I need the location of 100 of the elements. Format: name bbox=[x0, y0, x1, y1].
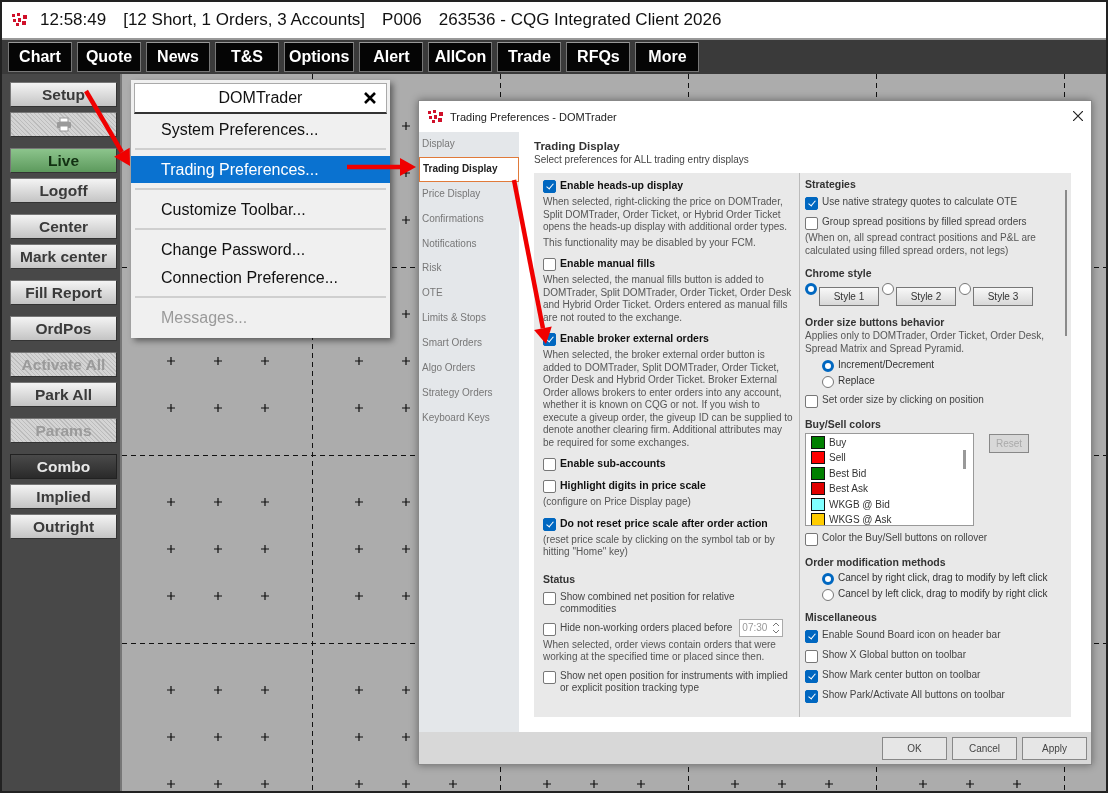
style-button[interactable]: Style 3 bbox=[973, 287, 1033, 306]
checkbox[interactable] bbox=[805, 217, 818, 230]
checkbox[interactable] bbox=[805, 197, 818, 210]
menu-tab[interactable]: AllCon bbox=[428, 42, 493, 72]
checkbox[interactable] bbox=[805, 650, 818, 663]
scrollbar-thumb[interactable] bbox=[1065, 190, 1067, 336]
printer-icon bbox=[55, 117, 72, 132]
nav-item[interactable]: Algo Orders bbox=[419, 356, 519, 381]
toolbar-button[interactable]: Live bbox=[10, 148, 117, 173]
menu-tab[interactable]: T&S bbox=[215, 42, 279, 72]
toolbar-button[interactable]: Combo bbox=[10, 454, 117, 479]
checkbox[interactable] bbox=[543, 517, 556, 531]
radio-button[interactable] bbox=[822, 360, 834, 372]
checkbox[interactable] bbox=[543, 258, 556, 271]
checkbox[interactable] bbox=[805, 670, 818, 683]
checkbox[interactable] bbox=[805, 690, 818, 703]
menu-item[interactable]: Customize Toolbar... bbox=[131, 196, 390, 223]
menu-item[interactable]: Trading Preferences... bbox=[131, 156, 390, 183]
section-description: Applies only to DOMTrader, Order Ticket, Order Desk, Spread Matrix and Spread Pyramid. bbox=[805, 330, 1046, 355]
radio-button[interactable] bbox=[805, 283, 817, 295]
section-heading: Chrome style bbox=[805, 267, 873, 279]
color-label[interactable]: WKGB @ Bid bbox=[829, 498, 890, 510]
dialog-button[interactable]: OK bbox=[882, 736, 947, 760]
section-heading: Status bbox=[543, 572, 577, 585]
title-text: 12:58:49 bbox=[40, 10, 107, 30]
radio-button[interactable] bbox=[959, 283, 971, 295]
menu-item[interactable]: Change Password... bbox=[131, 236, 390, 263]
checkbox-label: Do not reset price scale after order action bbox=[560, 516, 768, 529]
radio-button[interactable] bbox=[822, 589, 834, 601]
color-label[interactable]: Best Ask bbox=[829, 483, 868, 495]
checkbox[interactable] bbox=[543, 480, 556, 493]
option-description: When selected, the broker external order button is added to DOMTrader, Split DOMTrader, Order Ticket, Order Desk and Hybrid Order Ticket. Broker External Order allows brokers to enter orders into any account, whether it is known on CQG or not. If you wish to execute a giveup order, the giveup ID can be supplied to denote another clearing firm. Additional attributes may be required for some exchanges. bbox=[543, 349, 793, 449]
nav-item[interactable]: Notifications bbox=[419, 231, 519, 257]
title-text: 263536 - CQG Integrated Client 2026 bbox=[438, 10, 722, 30]
menu-tab[interactable]: More bbox=[635, 42, 700, 72]
radio-label: Cancel by left click, drag to modify by right click bbox=[838, 588, 1048, 600]
checkbox-label: Enable heads-up display bbox=[560, 179, 684, 191]
color-label[interactable]: Best Bid bbox=[829, 467, 867, 479]
checkbox[interactable] bbox=[805, 395, 818, 408]
toolbar-button[interactable]: Fill Report bbox=[10, 280, 117, 305]
dialog-button[interactable]: Cancel bbox=[952, 736, 1017, 760]
close-icon[interactable] bbox=[364, 92, 376, 104]
menu-tab[interactable]: RFQs bbox=[566, 42, 631, 72]
toolbar-button[interactable]: Logoff bbox=[10, 178, 117, 203]
toolbar-button[interactable]: OrdPos bbox=[10, 316, 117, 341]
radio-button[interactable] bbox=[822, 376, 834, 388]
scrollbar-thumb[interactable] bbox=[963, 450, 966, 469]
menu-tab[interactable]: Chart bbox=[8, 42, 72, 72]
nav-item[interactable]: Confirmations bbox=[419, 206, 519, 232]
checkbox[interactable] bbox=[543, 591, 556, 605]
menu-tab[interactable]: News bbox=[146, 42, 210, 72]
checkbox-label: Color the Buy/Sell buttons on rollover bbox=[822, 532, 988, 545]
menu-tab[interactable]: Quote bbox=[77, 42, 141, 72]
checkbox[interactable] bbox=[805, 533, 818, 546]
toolbar-button[interactable]: Setup bbox=[10, 82, 117, 107]
toolbar-button[interactable]: Outright bbox=[10, 514, 117, 539]
menu-tab[interactable]: Options bbox=[284, 42, 355, 72]
toolbar-button[interactable]: Mark center bbox=[10, 244, 117, 269]
color-label[interactable]: Buy bbox=[829, 437, 847, 448]
menu-tab[interactable]: Trade bbox=[497, 42, 562, 72]
menu-tab[interactable]: Alert bbox=[359, 42, 424, 72]
nav-item[interactable]: Risk bbox=[419, 256, 519, 282]
menu-item[interactable]: System Preferences... bbox=[131, 116, 390, 143]
style-button[interactable]: Style 2 bbox=[896, 287, 956, 306]
nav-item[interactable]: Trading Display bbox=[419, 156, 519, 182]
checkbox[interactable] bbox=[543, 622, 556, 636]
option-description: When selected, the manual fills button is added to DOMTrader, Split DOMTrader, Order Ticket, Order Desk and Hybrid Order Ticket. Orders entered as manual fills are not routed to the exchange. bbox=[543, 274, 793, 324]
close-icon[interactable] bbox=[1073, 111, 1083, 121]
nav-item[interactable]: OTE bbox=[419, 281, 519, 307]
nav-item[interactable]: Price Display bbox=[419, 181, 519, 207]
toolbar-button[interactable]: Center bbox=[10, 214, 117, 239]
nav-item[interactable]: Strategy Orders bbox=[419, 380, 519, 406]
checkbox-label: Group spread positions by filled spread orders bbox=[822, 216, 1027, 229]
toolbar-button[interactable]: Implied bbox=[10, 484, 117, 509]
checkbox[interactable] bbox=[543, 180, 556, 193]
title-text: P006 bbox=[382, 10, 422, 30]
checkbox-label: Enable Sound Board icon on header bar bbox=[822, 629, 1001, 642]
toolbar-button[interactable]: Park All bbox=[10, 382, 117, 407]
nav-item[interactable]: Keyboard Keys bbox=[419, 405, 519, 431]
arrow-annotation bbox=[347, 158, 416, 176]
color-label[interactable]: Sell bbox=[829, 452, 846, 464]
nav-item[interactable]: Limits & Stops bbox=[419, 306, 519, 332]
checkbox[interactable] bbox=[543, 670, 556, 684]
style-button[interactable]: Style 1 bbox=[819, 287, 879, 306]
checkbox-label: Show Park/Activate All buttons on toolbar bbox=[822, 689, 1005, 702]
checkbox[interactable] bbox=[805, 630, 818, 643]
menu-item[interactable]: Connection Preference... bbox=[131, 264, 390, 291]
nav-item[interactable]: Display bbox=[419, 132, 519, 157]
app-logo-icon bbox=[12, 13, 28, 27]
checkbox[interactable] bbox=[543, 458, 556, 471]
dialog-button[interactable]: Apply bbox=[1022, 736, 1087, 760]
checkbox-label: Highlight digits in price scale bbox=[560, 479, 706, 491]
checkbox-label: Show X Global button on toolbar bbox=[822, 649, 966, 662]
radio-button[interactable] bbox=[822, 573, 834, 585]
menu-title: DOMTrader bbox=[218, 89, 303, 107]
option-description: (reset price scale by clicking on the symbol tab or by hitting "Home" key) bbox=[543, 533, 776, 559]
radio-button[interactable] bbox=[882, 283, 894, 295]
color-label[interactable]: WKGS @ Ask bbox=[829, 513, 892, 525]
spinner-icon[interactable] bbox=[772, 620, 781, 635]
nav-item[interactable]: Smart Orders bbox=[419, 331, 519, 356]
